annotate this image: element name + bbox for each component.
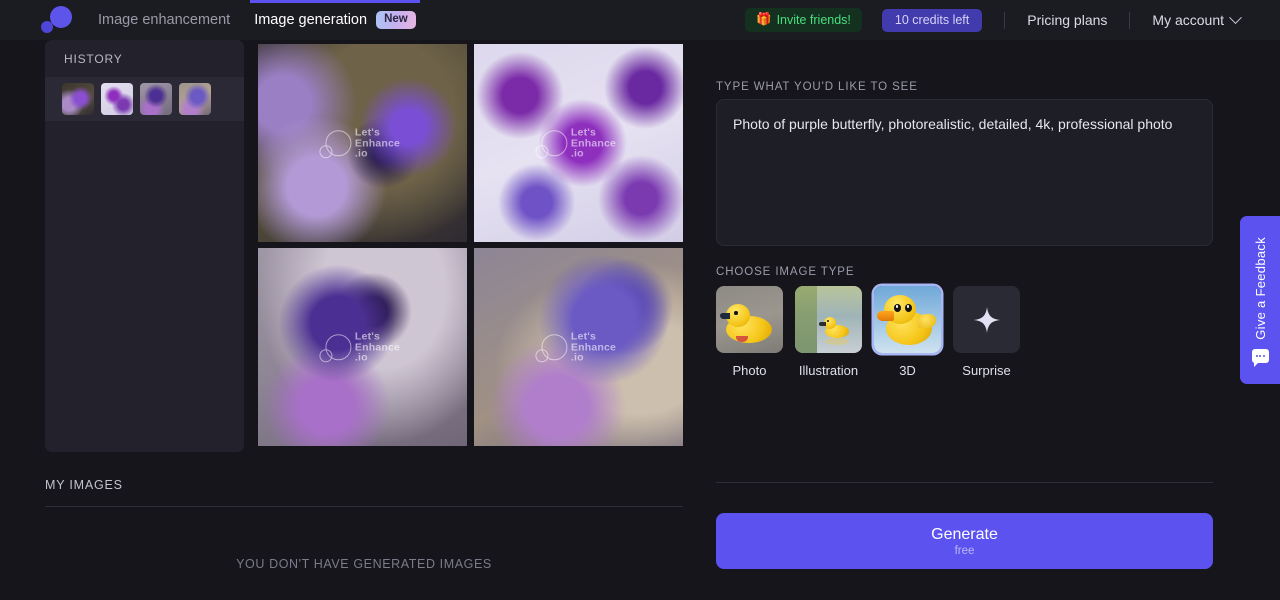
watermark-text: Let's Enhance .io: [570, 330, 617, 364]
tab-image-generation[interactable]: Image generation New: [242, 0, 428, 40]
image-type-3d[interactable]: 3D: [874, 286, 941, 378]
history-thumbnail-strip: [45, 77, 244, 121]
sparkle-icon: [973, 306, 1000, 333]
pricing-plans-link[interactable]: Pricing plans: [1027, 12, 1107, 28]
give-feedback-tab[interactable]: Give a Feedback: [1240, 216, 1280, 384]
watermark: Let's Enhance .io: [318, 330, 401, 364]
image-type-surprise[interactable]: Surprise: [953, 286, 1020, 378]
duck-photo-thumbnail: [716, 286, 783, 353]
watermark-logo-icon: [534, 334, 567, 362]
watermark: Let's Enhance .io: [534, 126, 617, 160]
history-thumb-1[interactable]: [62, 83, 94, 115]
watermark-text: Let's Enhance .io: [354, 126, 401, 160]
give-feedback-label: Give a Feedback: [1252, 236, 1268, 340]
tab-image-enhancement-label: Image enhancement: [98, 12, 231, 28]
surprise-thumbnail: [953, 286, 1020, 353]
invite-friends-label: Invite friends!: [776, 12, 851, 27]
header-divider-1: [1004, 11, 1006, 29]
prompt-input[interactable]: Photo of purple butterfly, photorealisti…: [716, 99, 1213, 246]
gift-icon: 🎁: [755, 12, 772, 26]
generated-image-2[interactable]: Let's Enhance .io: [474, 44, 683, 242]
prompt-value: Photo of purple butterfly, photorealisti…: [733, 116, 1173, 132]
image-type-photo[interactable]: Photo: [716, 286, 783, 378]
history-thumb-3[interactable]: [140, 83, 172, 115]
controls-divider: [716, 482, 1213, 483]
generated-image-3[interactable]: Let's Enhance .io: [258, 248, 467, 446]
pricing-plans-label: Pricing plans: [1027, 12, 1108, 28]
image-type-label: CHOOSE IMAGE TYPE: [716, 266, 855, 278]
lets-enhance-logo[interactable]: [40, 6, 74, 34]
header-right-actions: 🎁 Invite friends! 10 credits left Pricin…: [744, 0, 1242, 40]
watermark-text: Let's Enhance .io: [354, 330, 401, 364]
duck-illustration-thumbnail: [795, 286, 862, 353]
tab-image-enhancement[interactable]: Image enhancement: [86, 0, 242, 40]
watermark: Let's Enhance .io: [534, 330, 617, 364]
image-type-illustration[interactable]: Illustration: [795, 286, 862, 378]
history-title: HISTORY: [64, 52, 123, 66]
app-header: Image enhancement Image generation New 🎁…: [0, 0, 1280, 40]
watermark-text: Let's Enhance .io: [570, 126, 617, 160]
invite-friends-button[interactable]: 🎁 Invite friends!: [744, 8, 862, 32]
my-images-empty-message: YOU DON'T HAVE GENERATED IMAGES: [236, 557, 492, 571]
watermark-logo-icon: [534, 130, 567, 158]
prompt-label: TYPE WHAT YOU'D LIKE TO SEE: [716, 81, 918, 93]
image-type-illustration-label: Illustration: [798, 363, 859, 378]
watermark-logo-icon: [318, 130, 351, 158]
header-divider-2: [1129, 11, 1131, 29]
watermark: Let's Enhance .io: [318, 126, 401, 160]
my-images-title: MY IMAGES: [45, 478, 123, 492]
generate-button[interactable]: Generate free: [716, 513, 1213, 569]
new-badge: New: [376, 10, 416, 30]
history-thumb-2[interactable]: [101, 83, 133, 115]
image-type-3d-label: 3D: [899, 363, 916, 378]
history-thumb-4[interactable]: [179, 83, 211, 115]
generated-image-4[interactable]: Let's Enhance .io: [474, 248, 683, 446]
generate-button-label: Generate: [931, 525, 998, 543]
logo-circle-large: [50, 6, 72, 28]
duck-3d-thumbnail: [874, 286, 941, 353]
logo-circle-small: [41, 21, 53, 33]
credits-badge[interactable]: 10 credits left: [881, 8, 983, 32]
my-account-menu[interactable]: My account: [1152, 10, 1242, 28]
generate-button-sublabel: free: [954, 544, 975, 557]
image-type-options: Photo Illustration 3D Surprise: [716, 286, 1020, 378]
image-type-surprise-label: Surprise: [962, 363, 1011, 378]
generation-controls-panel: TYPE WHAT YOU'D LIKE TO SEE Photo of pur…: [716, 0, 1213, 600]
generated-images-grid: Let's Enhance .io Let's Enhance .io Let'…: [258, 44, 683, 453]
my-images-divider: [45, 506, 683, 507]
chevron-down-icon: [1229, 10, 1242, 24]
my-account-label: My account: [1152, 12, 1224, 28]
history-panel: HISTORY: [45, 40, 244, 452]
tab-image-generation-label: Image generation: [254, 12, 368, 28]
image-type-photo-label: Photo: [732, 363, 767, 378]
main-nav-tabs: Image enhancement Image generation New: [86, 0, 428, 40]
generated-image-1[interactable]: Let's Enhance .io: [258, 44, 467, 242]
watermark-logo-icon: [318, 334, 351, 362]
speech-bubble-icon: [1251, 349, 1269, 368]
credits-label: 10 credits left: [894, 12, 970, 27]
my-images-section: MY IMAGES YOU DON'T HAVE GENERATED IMAGE…: [45, 478, 683, 571]
